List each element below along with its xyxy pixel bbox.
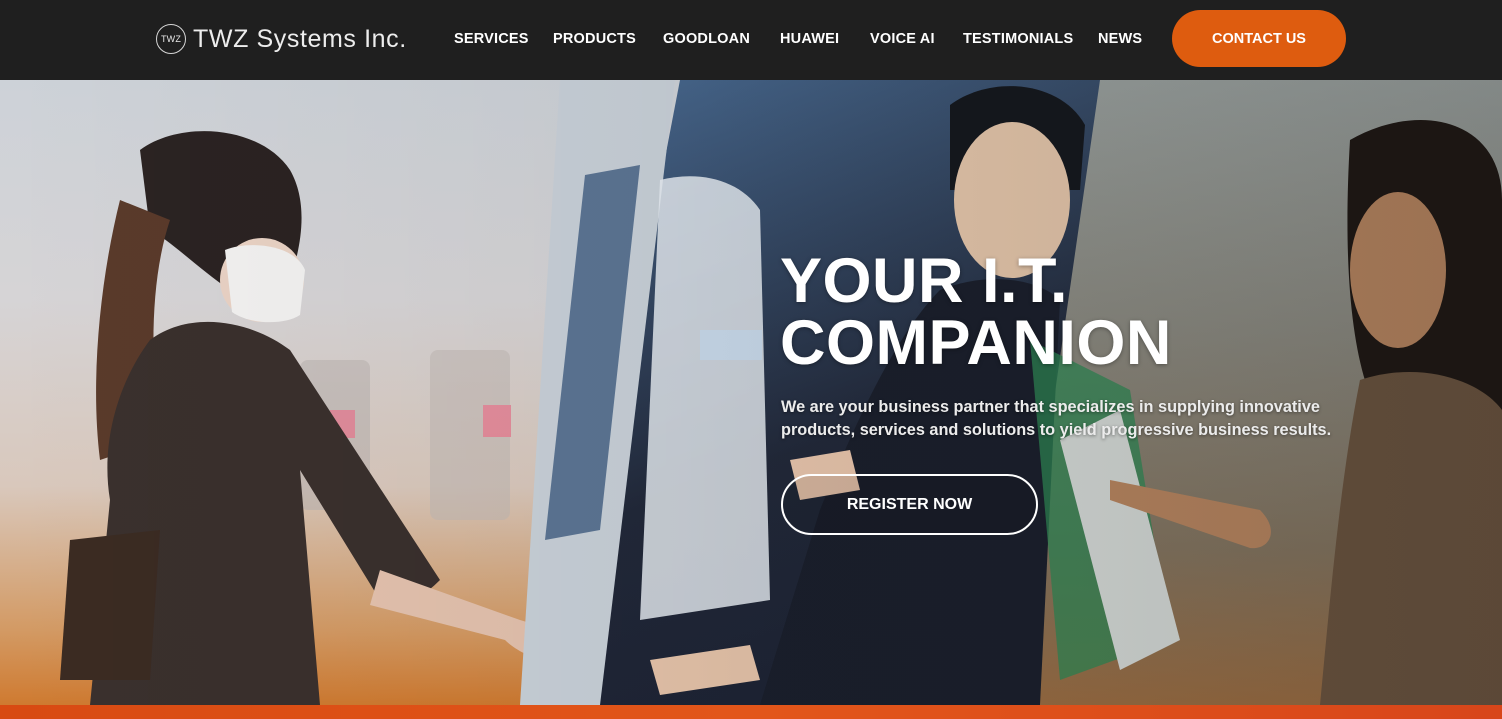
hero-title: YOUR I.T. COMPANION bbox=[780, 246, 1172, 378]
hero-title-line-2: COMPANION bbox=[780, 308, 1172, 378]
nav-item-voice-ai[interactable]: VOICE AI bbox=[870, 31, 935, 47]
hero-overlay bbox=[0, 80, 1502, 705]
contact-us-button[interactable]: CONTACT US bbox=[1172, 10, 1346, 67]
nav-item-huawei[interactable]: HUAWEI bbox=[780, 31, 839, 47]
brand-logo[interactable]: TWZ TWZ Systems Inc. bbox=[156, 22, 407, 56]
nav-item-products[interactable]: PRODUCTS bbox=[553, 31, 636, 47]
hero-subtitle-line-1: We are your business partner that specia… bbox=[781, 398, 1320, 416]
site-header: TWZ TWZ Systems Inc. SERVICES PRODUCTS G… bbox=[0, 0, 1502, 80]
register-now-button[interactable]: REGISTER NOW bbox=[781, 474, 1038, 535]
hero-subtitle-line-2: products, services and solutions to yiel… bbox=[781, 421, 1332, 439]
hero-section: YOUR I.T. COMPANION We are your business… bbox=[0, 80, 1502, 705]
nav-item-testimonials[interactable]: TESTIMONIALS bbox=[963, 31, 1073, 47]
nav-item-goodloan[interactable]: GOODLOAN bbox=[663, 31, 750, 47]
brand-name: TWZ Systems Inc. bbox=[193, 24, 407, 53]
accent-bar bbox=[0, 705, 1502, 719]
nav-item-news[interactable]: NEWS bbox=[1098, 31, 1142, 47]
logo-mark: TWZ bbox=[156, 24, 186, 54]
hero-title-line-1: YOUR I.T. bbox=[780, 246, 1069, 316]
hero-subtitle: We are your business partner that specia… bbox=[781, 396, 1381, 442]
nav-item-services[interactable]: SERVICES bbox=[454, 31, 529, 47]
